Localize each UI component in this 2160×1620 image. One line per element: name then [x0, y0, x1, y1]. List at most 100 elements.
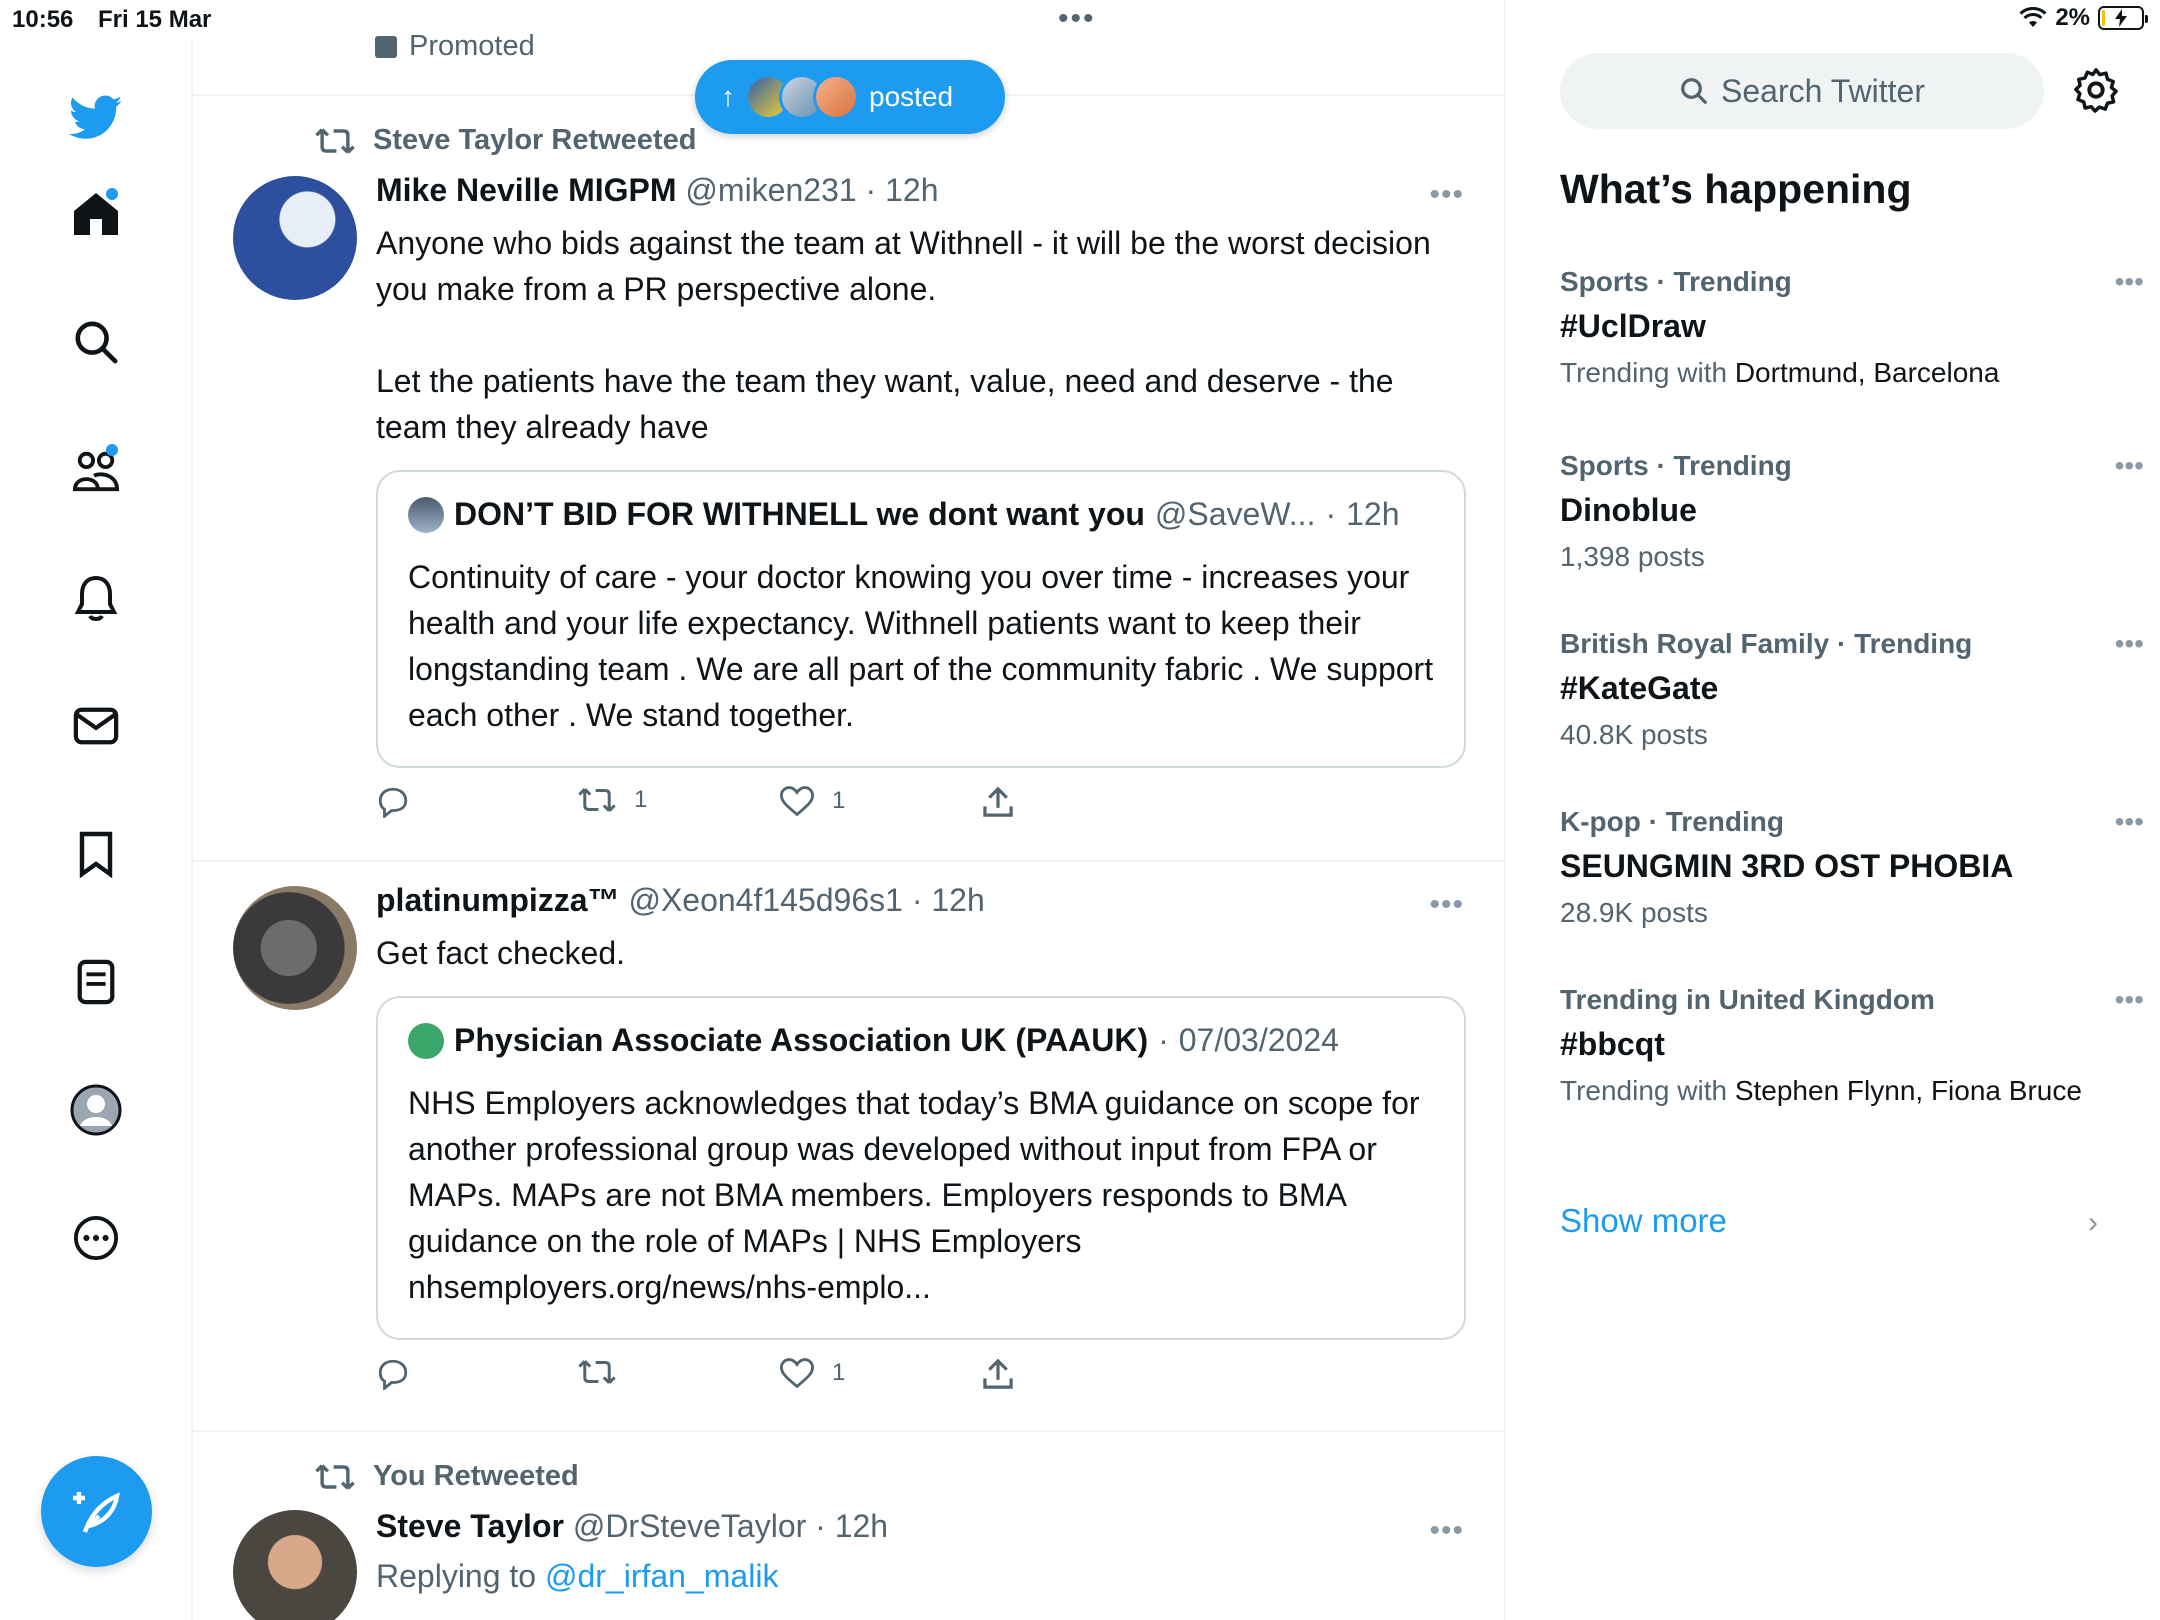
like-button[interactable]: 1 [780, 1358, 845, 1388]
search-bar[interactable]: Search Twitter [1560, 53, 2044, 129]
nav-lists-icon[interactable] [66, 952, 126, 1012]
author-handle[interactable]: @DrSteveTaylor [573, 1508, 806, 1544]
tweet[interactable]: You Retweeted Steve Taylor @DrSteveTaylo… [193, 1432, 1504, 1620]
avatar [813, 74, 859, 120]
trend-item[interactable]: Sports · Trending Dinoblue 1,398 posts •… [1560, 450, 2144, 575]
left-nav [0, 40, 193, 1620]
search-icon [1681, 78, 1707, 104]
social-context: You Retweeted [315, 1460, 579, 1493]
trend-item[interactable]: K-pop · Trending SEUNGMIN 3RD OST PHOBIA… [1560, 806, 2144, 931]
reply-icon [378, 787, 408, 818]
share-icon [983, 786, 1013, 817]
retweet-icon [578, 788, 616, 812]
trend-meta: British Royal Family · Trending [1560, 628, 1973, 659]
trend-topic: #bbcqt [1560, 1026, 1665, 1062]
tweet-more-icon[interactable]: ••• [1429, 178, 1464, 212]
tweet-header: Steve Taylor @DrSteveTaylor · 12h [376, 1508, 889, 1544]
tweet-header: platinumpizza™ @Xeon4f145d96s1 · 12h [376, 882, 985, 918]
quote-author-name: DON’T BID FOR WITHNELL we dont want you [454, 496, 1145, 532]
trend-meta: Sports · Trending [1560, 266, 1792, 297]
trend-more-icon[interactable]: ••• [2115, 266, 2144, 298]
chevron-right-icon[interactable]: › [2088, 1206, 2098, 1240]
trend-meta: Sports · Trending [1560, 450, 1792, 481]
trend-item[interactable]: Trending in United Kingdom #bbcqt Trendi… [1560, 984, 2144, 1109]
trend-meta: K-pop · Trending [1560, 806, 1784, 837]
quote-tweet[interactable]: Physician Associate Association UK (PAAU… [376, 996, 1466, 1340]
status-time: 10:56 [12, 6, 74, 33]
reply-button[interactable] [376, 1358, 410, 1390]
trend-more-icon[interactable]: ••• [2115, 450, 2144, 482]
tweet[interactable]: Steve Taylor Retweeted Mike Neville MIGP… [193, 94, 1504, 860]
nav-communities-icon[interactable] [66, 440, 126, 500]
tweet-more-icon[interactable]: ••• [1429, 888, 1464, 922]
author-name[interactable]: Steve Taylor [376, 1508, 564, 1544]
nav-profile-avatar[interactable] [66, 1080, 126, 1140]
nav-home-icon[interactable] [66, 184, 126, 244]
tweet-header: Mike Neville MIGPM @miken231 · 12h [376, 172, 939, 208]
quote-header: Physician Associate Association UK (PAAU… [408, 1022, 1339, 1059]
reply-icon [378, 1359, 408, 1390]
trend-meta: Trending in United Kingdom [1560, 984, 1935, 1015]
nav-bookmarks-icon[interactable] [66, 824, 126, 884]
retweet-button[interactable] [578, 1358, 634, 1386]
twitter-logo-icon[interactable] [66, 88, 126, 148]
trend-sub: 40.8K posts [1560, 719, 1708, 750]
trend-more-icon[interactable]: ••• [2115, 628, 2144, 660]
share-icon [983, 1358, 1013, 1389]
avatar[interactable] [233, 886, 357, 1010]
trend-item[interactable]: British Royal Family · Trending #KateGat… [1560, 628, 2144, 753]
author-handle[interactable]: @miken231 [685, 172, 856, 208]
trend-topic: #UclDraw [1560, 308, 1706, 344]
heart-icon [780, 1358, 814, 1388]
settings-gear-icon[interactable] [2073, 67, 2119, 118]
retweet-icon [578, 1360, 616, 1384]
trend-item[interactable]: Sports · Trending #UclDraw Trending with… [1560, 266, 2144, 391]
trend-sub: Trending with Stephen Flynn, Fiona Bruce [1560, 1075, 2082, 1106]
tweet-text: Get fact checked. [376, 935, 626, 971]
promoted-text: Promoted [409, 30, 535, 62]
trend-more-icon[interactable]: ••• [2115, 806, 2144, 838]
retweet-button[interactable]: 1 [578, 786, 647, 814]
trend-more-icon[interactable]: ••• [2115, 984, 2144, 1016]
author-name[interactable]: platinumpizza™ [376, 882, 620, 918]
new-posts-pill[interactable]: ↑ posted [695, 60, 1005, 134]
trend-sub: 28.9K posts [1560, 897, 1708, 928]
avatar[interactable] [233, 1510, 357, 1620]
tweet-time[interactable]: 12h [835, 1508, 888, 1544]
nav-notifications-icon[interactable] [66, 568, 126, 628]
replying-to-handle[interactable]: @dr_irfan_malik [545, 1558, 778, 1594]
retweet-icon [315, 1463, 355, 1490]
nav-messages-icon[interactable] [66, 696, 126, 756]
avatar[interactable] [233, 176, 357, 300]
author-handle[interactable]: @Xeon4f145d96s1 [628, 882, 902, 918]
quote-time: 07/03/2024 [1178, 1022, 1339, 1058]
share-button[interactable] [982, 1358, 1014, 1390]
quote-author-name: Physician Associate Association UK (PAAU… [454, 1022, 1149, 1058]
social-context-text: You Retweeted [373, 1460, 579, 1492]
tweet-time[interactable]: 12h [931, 882, 984, 918]
tweet-more-icon[interactable]: ••• [1429, 1514, 1464, 1548]
trend-topic: #KateGate [1560, 670, 1719, 706]
communities-notification-dot [106, 444, 118, 456]
share-button[interactable] [982, 786, 1014, 818]
like-button[interactable]: 1 [780, 786, 845, 816]
quote-tweet[interactable]: DON’T BID FOR WITHNELL we dont want you … [376, 470, 1466, 768]
quote-text: Continuity of care - your doctor knowing… [408, 559, 1434, 733]
show-more-link[interactable]: Show more [1560, 1202, 1727, 1240]
quote-avatar [408, 496, 444, 533]
nav-more-icon[interactable] [66, 1208, 126, 1268]
compose-tweet-button[interactable] [41, 1456, 152, 1567]
trend-topic: SEUNGMIN 3RD OST PHOBIA [1560, 848, 2014, 884]
tweet-text: Anyone who bids against the team at With… [376, 225, 1431, 445]
search-placeholder: Search Twitter [1721, 72, 1925, 109]
tweet-time[interactable]: 12h [885, 172, 938, 208]
nav-search-icon[interactable] [66, 312, 126, 372]
right-sidebar: Search Twitter What’s happening Sports ·… [1508, 0, 2160, 1620]
retweet-count: 1 [634, 786, 648, 813]
posted-avatars [745, 74, 859, 120]
author-name[interactable]: Mike Neville MIGPM [376, 172, 677, 208]
reply-button[interactable] [376, 786, 410, 818]
heart-icon [780, 786, 814, 816]
promoted-icon [375, 35, 397, 58]
tweet[interactable]: platinumpizza™ @Xeon4f145d96s1 · 12h •••… [193, 862, 1504, 1430]
